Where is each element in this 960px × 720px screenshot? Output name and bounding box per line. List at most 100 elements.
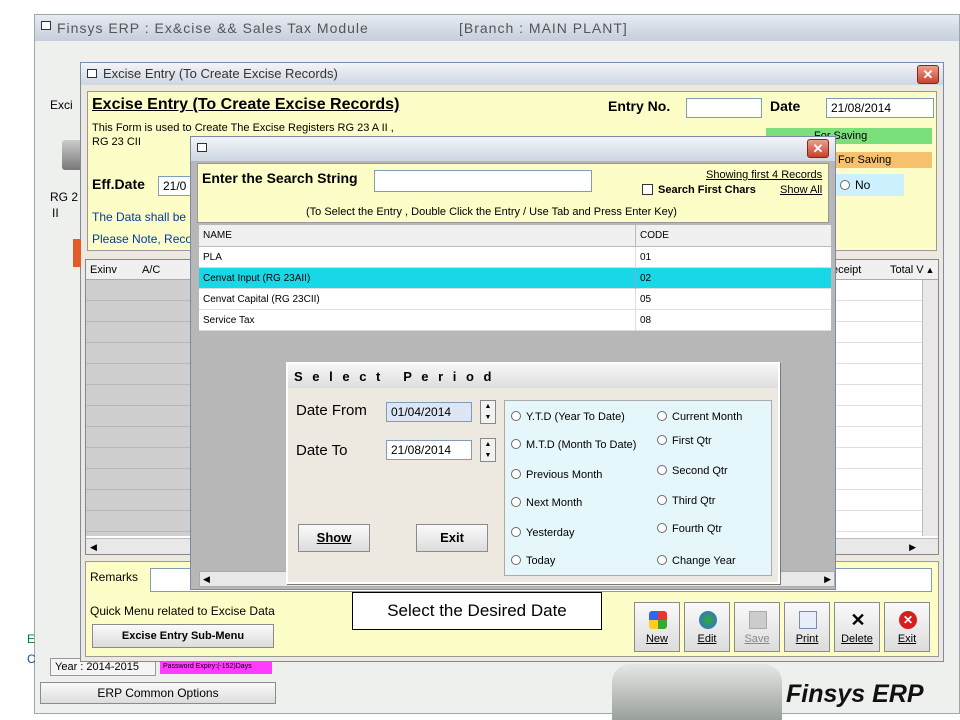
date-field[interactable]: 21/08/2014	[826, 98, 934, 118]
excise-heading: Excise Entry (To Create Excise Records)	[92, 96, 400, 113]
option-first-qtr[interactable]: First Qtr	[657, 435, 712, 447]
option-next-month[interactable]: Next Month	[511, 497, 582, 509]
option-fourth-qtr[interactable]: Fourth Qtr	[657, 523, 722, 535]
left-label-c: C	[27, 652, 36, 666]
showing-records-label: Showing first 4 Records	[706, 169, 823, 181]
show-button[interactable]: Show	[298, 524, 370, 552]
period-titlebar: S e l e c t P e r i o d	[288, 364, 778, 388]
edit-button[interactable]: Edit	[684, 602, 730, 652]
col-exinv: Exinv	[90, 264, 117, 276]
left-label-rg: RG 2	[50, 190, 79, 204]
scroll-up-icon[interactable]: ▲	[922, 260, 938, 280]
radio-icon	[511, 555, 521, 565]
header-code: CODE	[635, 225, 669, 247]
close-icon[interactable]: ✕	[807, 139, 829, 158]
main-title: Finsys ERP : Ex&cise && Sales Tax Module	[57, 20, 369, 36]
scroll-left-icon[interactable]: ◀	[90, 539, 97, 555]
excise-desc-2: RG 23 CII	[92, 136, 141, 148]
scroll-left-icon[interactable]: ◀	[203, 572, 210, 586]
print-button[interactable]: Print	[784, 602, 830, 652]
period-options-panel: Y.T.D (Year To Date) M.T.D (Month To Dat…	[504, 400, 772, 576]
grid-left-cols	[86, 280, 190, 536]
radio-icon	[511, 469, 521, 479]
table-row-selected[interactable]: Cenvat Input (RG 23AII) 02	[199, 268, 831, 289]
radio-icon	[657, 555, 667, 565]
print-icon	[799, 611, 817, 629]
option-current-month[interactable]: Current Month	[657, 411, 742, 423]
table-row[interactable]: Cenvat Capital (RG 23CII) 05	[199, 289, 831, 310]
note-1: The Data shall be	[92, 210, 187, 224]
excise-window-title: Excise Entry (To Create Excise Records)	[103, 66, 338, 81]
no-radio-option[interactable]: No	[834, 174, 904, 196]
windows-logo-icon	[649, 611, 667, 629]
scroll-right-icon[interactable]: ▶	[824, 572, 831, 586]
table-header: NAME CODE	[199, 225, 831, 247]
radio-icon	[511, 411, 521, 421]
entry-no-label: Entry No.	[608, 98, 671, 114]
grid-vscrollbar[interactable]	[922, 280, 938, 536]
entry-no-field[interactable]	[686, 98, 762, 118]
left-label-exci: Exci	[50, 98, 73, 112]
printer-icon	[62, 140, 82, 170]
side-tab	[73, 239, 81, 267]
edit-icon	[699, 611, 717, 629]
radio-icon	[657, 435, 667, 445]
option-third-qtr[interactable]: Third Qtr	[657, 495, 715, 507]
option-today[interactable]: Today	[511, 555, 555, 567]
erp-common-options-button[interactable]: ERP Common Options	[40, 682, 276, 704]
show-all-link[interactable]: Show All	[780, 184, 822, 196]
left-label-e: E	[27, 632, 36, 646]
new-button[interactable]: New	[634, 602, 680, 652]
option-second-qtr[interactable]: Second Qtr	[657, 465, 728, 477]
radio-icon	[657, 411, 667, 421]
delete-icon: ✕	[850, 610, 866, 630]
radio-icon	[657, 465, 667, 475]
save-icon	[749, 611, 767, 629]
col-ac: A/C	[142, 264, 161, 276]
search-first-chars-checkbox[interactable]: Search First Chars	[642, 184, 756, 196]
option-previous-month[interactable]: Previous Month	[511, 469, 602, 481]
remarks-label: Remarks	[90, 570, 139, 584]
table-row[interactable]: Service Tax 08	[199, 310, 831, 331]
effdate-label: Eff.Date	[92, 176, 145, 192]
radio-icon	[511, 527, 521, 537]
date-from-field[interactable]: 01/04/2014	[386, 402, 472, 422]
search-label: Enter the Search String	[202, 170, 358, 186]
left-label-ii: II	[52, 206, 59, 220]
note-2: Please Note, Reco	[92, 232, 193, 246]
option-mtd[interactable]: M.T.D (Month To Date)	[511, 439, 636, 451]
table-row[interactable]: PLA 01	[199, 247, 831, 268]
window-icon	[41, 21, 51, 30]
password-expiry-badge: Password Expiry:(-152)Days	[160, 660, 272, 674]
excise-desc-1: This Form is used to Create The Excise R…	[92, 122, 394, 134]
period-exit-button[interactable]: Exit	[416, 524, 488, 552]
window-icon	[87, 69, 97, 78]
close-icon[interactable]: ✕	[917, 65, 939, 84]
callout-box: Select the Desired Date	[352, 592, 602, 630]
excise-sub-menu-button[interactable]: Excise Entry Sub-Menu	[92, 624, 274, 648]
quick-menu-label: Quick Menu related to Excise Data	[90, 604, 275, 618]
col-total: Total V	[890, 264, 924, 276]
search-input[interactable]	[374, 170, 592, 192]
branch-label: [Branch : MAIN PLANT]	[459, 20, 628, 36]
radio-icon	[840, 180, 850, 190]
scroll-right-icon[interactable]: ▶	[909, 539, 916, 555]
search-titlebar: ✕	[191, 137, 835, 161]
save-button[interactable]: Save	[734, 602, 780, 652]
option-yesterday[interactable]: Yesterday	[511, 527, 575, 539]
col-receipt: eceipt	[832, 264, 862, 276]
date-from-spinner[interactable]: ▲ ▼	[480, 400, 496, 424]
brand-label: Finsys ERP	[786, 680, 924, 708]
window-icon	[197, 143, 207, 152]
option-ytd[interactable]: Y.T.D (Year To Date)	[511, 411, 625, 423]
date-from-label: Date From	[296, 402, 367, 419]
device-graphic	[612, 664, 782, 720]
radio-icon	[657, 523, 667, 533]
exit-button[interactable]: ✕ Exit	[884, 602, 930, 652]
date-label: Date	[770, 98, 801, 114]
excise-titlebar: Excise Entry (To Create Excise Records) …	[81, 63, 943, 85]
date-to-field[interactable]: 21/08/2014	[386, 440, 472, 460]
option-change-year[interactable]: Change Year	[657, 555, 736, 567]
delete-button[interactable]: ✕ Delete	[834, 602, 880, 652]
date-to-spinner[interactable]: ▲ ▼	[480, 438, 496, 462]
